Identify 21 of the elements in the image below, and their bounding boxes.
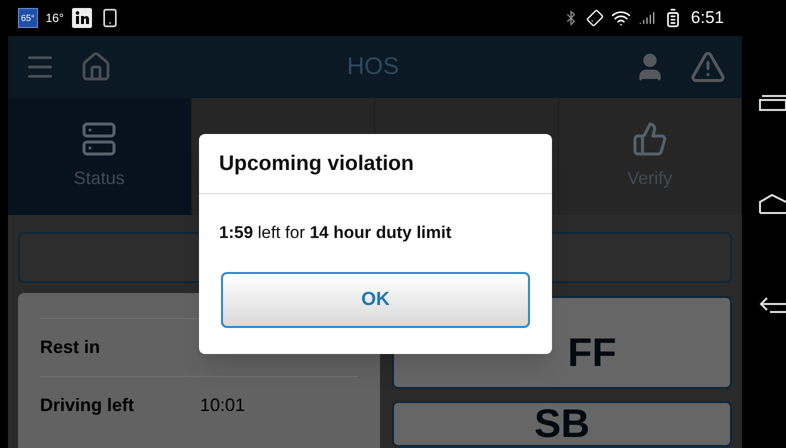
thumbs-up-icon	[632, 121, 668, 157]
dialog-message: 1:59 left for 14 hour duty limit	[219, 222, 452, 244]
weather-badge: 65°	[18, 8, 38, 28]
warning-icon[interactable]	[690, 49, 726, 85]
ok-button[interactable]: OK	[221, 272, 530, 328]
recents-icon[interactable]	[758, 93, 786, 113]
server-icon	[81, 121, 118, 157]
temperature: 16°	[46, 10, 64, 27]
home-button-icon[interactable]	[758, 193, 786, 215]
dialog-title: Upcoming violation	[219, 150, 414, 177]
duty-status-button[interactable]: SB	[392, 401, 732, 447]
signal-icon	[638, 10, 655, 26]
summary-label: Driving left	[40, 394, 136, 417]
tab[interactable]: Status	[8, 98, 192, 215]
home-icon[interactable]	[80, 51, 112, 83]
summary-value: 10:01	[200, 394, 246, 417]
summary-label: Rest in	[40, 336, 102, 359]
back-icon[interactable]	[758, 295, 786, 315]
app-title: HOS	[346, 52, 400, 82]
linkedin-icon	[72, 8, 92, 28]
clock: 6:51	[690, 7, 724, 30]
